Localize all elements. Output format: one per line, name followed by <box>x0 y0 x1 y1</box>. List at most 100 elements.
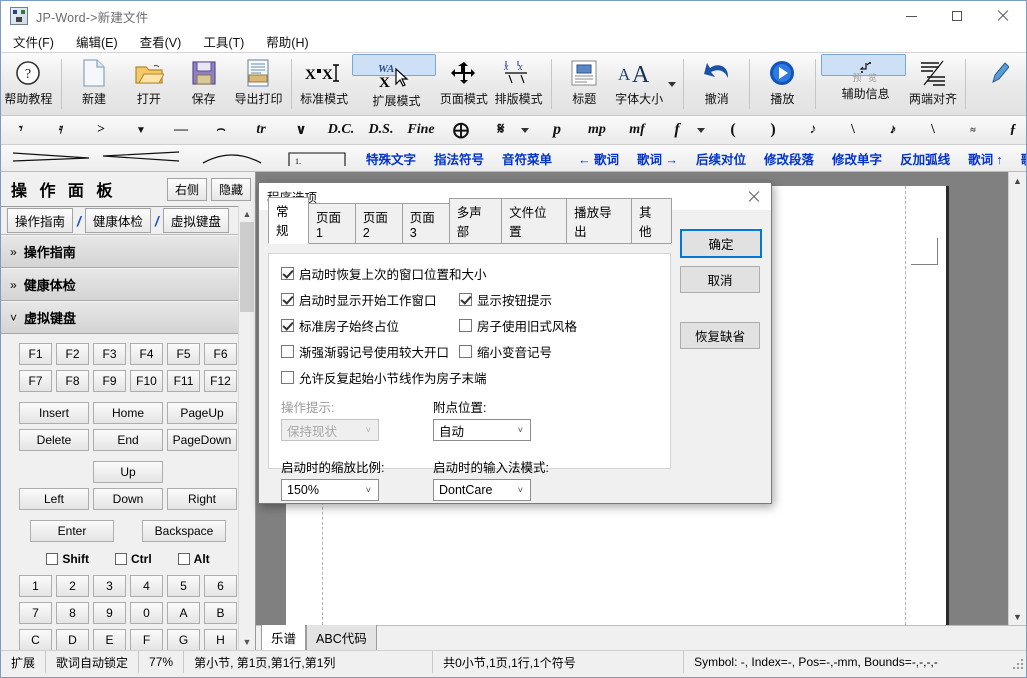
key-4[interactable]: 4 <box>130 575 163 597</box>
key-9[interactable]: 9 <box>93 602 126 624</box>
menu-tools[interactable]: 工具(T) <box>201 30 255 53</box>
panel-tab-health[interactable]: 健康体检 <box>84 208 151 233</box>
scroll-up-icon[interactable]: ▲ <box>1009 172 1026 189</box>
panel-scrollbar[interactable]: ▲ ▼ <box>238 206 255 650</box>
key-1[interactable]: 1 <box>19 575 52 597</box>
key-a[interactable]: A <box>167 602 200 624</box>
toolbar-button-open[interactable]: 打开 <box>121 53 176 115</box>
symbol-button[interactable]: ƒ <box>993 122 1026 138</box>
scroll-down-icon[interactable]: ▼ <box>1009 608 1026 625</box>
action-note-menu[interactable]: 音符菜单 <box>502 149 552 168</box>
key-f9[interactable]: F9 <box>93 370 126 392</box>
dialog-close-button[interactable] <box>737 184 771 210</box>
key-up[interactable]: Up <box>93 461 163 483</box>
diminuendo-icon[interactable] <box>102 150 181 167</box>
dialog-tab-page2[interactable]: 页面2 <box>354 203 403 243</box>
menu-file[interactable]: 文件(F) <box>11 30 65 53</box>
key-c[interactable]: C <box>19 629 52 650</box>
symbol-button[interactable]: 𝆔 <box>873 122 913 138</box>
symbol-button[interactable]: p <box>537 121 577 139</box>
key-insert[interactable]: Insert <box>19 402 89 424</box>
cancel-button[interactable]: 取消 <box>680 266 760 293</box>
toolbar-button-layout-mode[interactable]: xx 排版模式 <box>491 53 546 115</box>
toolbar-button-save[interactable]: 保存 <box>176 53 231 115</box>
toolbar-button-undo[interactable]: 撤消 <box>689 53 744 115</box>
maximize-button[interactable] <box>934 1 980 31</box>
symbol-button[interactable]: D.C. <box>321 122 361 138</box>
symbol-button[interactable]: tr <box>241 122 281 138</box>
select-operation-tip[interactable]: 保持现状 ˅ <box>281 419 379 441</box>
key-f11[interactable]: F11 <box>167 370 200 392</box>
symbol-button[interactable]: ♪ <box>793 122 833 138</box>
key-f5[interactable]: F5 <box>167 343 200 365</box>
key-pagedown[interactable]: PageDown <box>167 429 237 451</box>
symbol-button[interactable]: > <box>81 122 121 138</box>
key-2[interactable]: 2 <box>56 575 89 597</box>
key-enter[interactable]: Enter <box>30 520 114 542</box>
key-6[interactable]: 6 <box>204 575 237 597</box>
key-f8[interactable]: F8 <box>56 370 89 392</box>
symbol-button[interactable]: \ <box>913 122 953 138</box>
action-continue-align[interactable]: 后续对位 <box>696 149 746 168</box>
ok-button[interactable]: 确定 <box>680 229 762 258</box>
key-end[interactable]: End <box>93 429 163 451</box>
toolbar-button-title[interactable]: 标题 <box>557 53 612 115</box>
checkbox-restore-window[interactable]: 启动时恢复上次的窗口位置和大小 <box>281 264 487 283</box>
action-lyric-down[interactable]: 歌词 ↓ <box>1021 149 1026 168</box>
scroll-up-icon[interactable]: ▲ <box>239 206 255 222</box>
toolbar-button-standard-mode[interactable]: XX 标准模式 <box>297 53 352 115</box>
checkbox-hairpin-wide-opening[interactable]: 渐强渐弱记号使用较大开口 <box>281 342 459 361</box>
key-right[interactable]: Right <box>167 488 237 510</box>
symbol-button[interactable]: f <box>657 121 697 139</box>
doc-tab-score[interactable]: 乐谱 <box>261 624 307 650</box>
symbol-button[interactable]: ≈ <box>953 125 993 136</box>
select-startup-zoom[interactable]: 150% ˅ <box>281 479 379 501</box>
close-button[interactable] <box>980 1 1026 31</box>
key-f7[interactable]: F7 <box>19 370 52 392</box>
action-edit-paragraph[interactable]: 修改段落 <box>764 149 814 168</box>
symbol-button[interactable]: ∨ <box>281 122 321 139</box>
key-3[interactable]: 3 <box>93 575 126 597</box>
restore-defaults-button[interactable]: 恢复缺省 <box>680 322 760 349</box>
panel-hide-button[interactable]: 隐藏 <box>210 177 251 201</box>
symbol-button[interactable]: — <box>161 122 201 138</box>
toolbar-button-extended-mode[interactable]: WA X 扩展模式 <box>351 54 437 108</box>
action-lyric-left[interactable]: ← 歌词 <box>578 149 619 168</box>
checkbox-alt[interactable]: Alt <box>177 552 210 566</box>
toolbar-button-export-print[interactable]: 导出打印 <box>231 53 286 115</box>
key-g[interactable]: G <box>167 629 200 650</box>
symbol-dropdown-button[interactable] <box>521 127 529 133</box>
key-8[interactable]: 8 <box>56 602 89 624</box>
panel-section-health[interactable]: » 健康体检 <box>1 268 255 301</box>
key-d[interactable]: D <box>56 629 89 650</box>
key-f4[interactable]: F4 <box>130 343 163 365</box>
key-h[interactable]: H <box>204 629 237 650</box>
volta-bracket-icon[interactable]: 1. <box>287 150 347 166</box>
symbol-button[interactable]: 𝄿 <box>41 122 81 138</box>
scroll-down-icon[interactable]: ▼ <box>239 634 255 650</box>
resize-grip[interactable] <box>1009 655 1023 669</box>
panel-section-guide[interactable]: » 操作指南 <box>1 235 255 268</box>
dynamics-dropdown-button[interactable] <box>697 127 705 133</box>
checkbox-ctrl[interactable]: Ctrl <box>115 552 152 566</box>
toolbar-button-help[interactable]: ? 帮助教程 <box>1 53 56 115</box>
menu-help[interactable]: 帮助(H) <box>264 30 319 53</box>
key-f2[interactable]: F2 <box>56 343 89 365</box>
checkbox-shift[interactable]: Shift <box>46 552 89 566</box>
symbol-button[interactable]: Fine <box>401 122 441 138</box>
key-backspace[interactable]: Backspace <box>142 520 226 542</box>
action-fingering[interactable]: 指法符号 <box>434 149 484 168</box>
select-dot-position[interactable]: 自动 ˅ <box>433 419 531 441</box>
menu-view[interactable]: 查看(V) <box>138 30 193 53</box>
key-f1[interactable]: F1 <box>19 343 52 365</box>
crescendo-icon[interactable] <box>12 150 91 167</box>
panel-section-keyboard[interactable]: ˅ 虚拟键盘 <box>1 301 255 334</box>
panel-dock-right-button[interactable]: 右侧 <box>166 177 207 201</box>
key-f12[interactable]: F12 <box>204 370 237 392</box>
key-delete[interactable]: Delete <box>19 429 89 451</box>
key-f6[interactable]: F6 <box>204 343 237 365</box>
panel-tab-guide[interactable]: 操作指南 <box>7 208 74 233</box>
key-home[interactable]: Home <box>93 402 163 424</box>
slur-icon[interactable] <box>201 149 263 168</box>
symbol-button[interactable]: \ <box>833 122 873 138</box>
